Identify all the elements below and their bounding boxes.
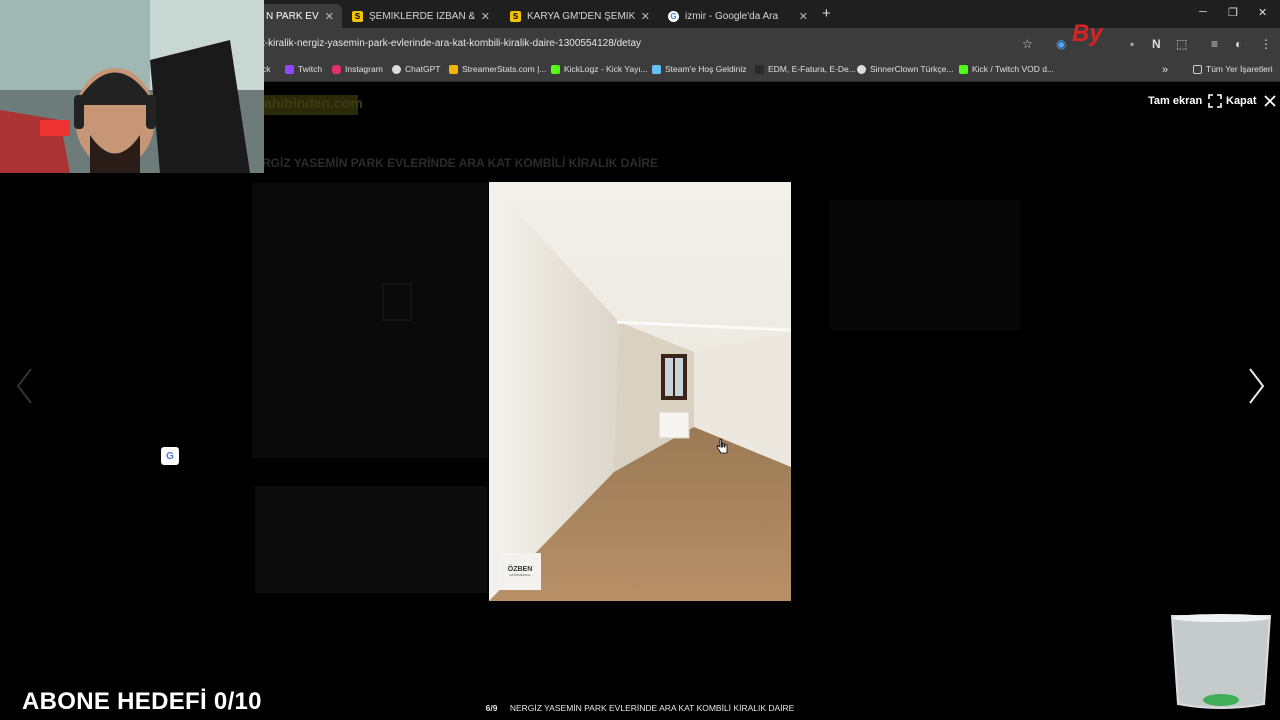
room-photo-drawing: [489, 182, 791, 601]
site-favicon-icon: S: [510, 10, 521, 22]
bookmark-steam[interactable]: Steam'e Hoş Geldiniz: [652, 64, 746, 74]
site-favicon-icon: S: [352, 10, 363, 22]
fullscreen-label: Tam ekran: [1148, 95, 1203, 107]
all-bookmarks-folder[interactable]: Tüm Yer İşaretleri: [1193, 64, 1273, 74]
tab-title: KARYA GM'DEN ŞEMİKLER'DE: [527, 10, 635, 22]
minimize-button[interactable]: ─: [1199, 6, 1207, 18]
restore-button[interactable]: ❐: [1228, 6, 1238, 19]
bookmarks-overflow-button[interactable]: »: [1162, 64, 1168, 76]
bookmark-label: KickLogz - Kick Yayı...: [564, 64, 648, 74]
tab-google-search[interactable]: G izmir - Google'da Ara ✕: [660, 4, 816, 28]
bookmark-streamerstats[interactable]: StreamerStats.com |...: [449, 64, 546, 74]
tab-title: izmir - Google'da Ara: [685, 10, 779, 22]
seller-card: [830, 200, 1020, 330]
next-photo-arrow-icon[interactable]: [1247, 366, 1267, 406]
kick-icon: [959, 64, 968, 74]
bookmark-label: Kick / Twitch VOD d...: [972, 64, 1055, 74]
stats-chart-icon: [449, 64, 458, 74]
chatgpt-icon: [392, 64, 401, 74]
gallery-window-shape: [382, 283, 412, 321]
listing-photo: [489, 182, 791, 601]
bookmark-twitch[interactable]: Twitch: [285, 64, 322, 74]
url-field[interactable]: t-kiralik-nergiz-yasemin-park-evlerinde-…: [262, 38, 641, 49]
bookmark-edm[interactable]: EDM, E-Fatura, E-De...: [755, 64, 856, 74]
bookmark-kick-vod[interactable]: Kick / Twitch VOD d...: [959, 64, 1054, 74]
bookmark-chatgpt[interactable]: ChatGPT: [392, 64, 440, 74]
extension-n-icon[interactable]: N: [1152, 37, 1161, 51]
tab-listing[interactable]: N PARK EVLERİ ✕: [258, 4, 342, 28]
kicklogz-icon: [551, 64, 560, 74]
tab-close-icon[interactable]: ✕: [481, 10, 490, 23]
bookmark-label: EDM, E-Fatura, E-De...: [768, 64, 856, 74]
bookmark-label: Instagram: [345, 64, 383, 74]
steam-icon: [652, 64, 661, 74]
extension-p-icon[interactable]: ▪: [1130, 37, 1134, 51]
window-close-button[interactable]: ✕: [1258, 6, 1267, 19]
listing-title: RGİZ YASEMİN PARK EVLERİNDE ARA KAT KOMB…: [262, 156, 659, 170]
previous-photo-arrow-icon[interactable]: [14, 366, 34, 406]
caption-text: NERGİZ YASEMİN PARK EVLERİNDE ARA KAT KO…: [509, 703, 795, 713]
new-tab-button[interactable]: +: [822, 5, 831, 22]
agency-watermark-logo: ÖZBEN GAYRİMENKUL: [499, 553, 541, 590]
subscriber-goal: ABONE HEDEFİ 0/10: [22, 688, 262, 715]
thumbnail-strip: [255, 486, 487, 593]
twitch-icon: [285, 64, 294, 74]
edm-icon: [755, 64, 764, 74]
bookmark-label: SinnerClown Türkçe...: [870, 64, 954, 74]
lightbox-close-button[interactable]: Kapat: [1226, 94, 1277, 108]
site-logo: ahibinden.com: [262, 95, 363, 115]
bookmark-instagram[interactable]: Instagram: [332, 64, 383, 74]
fullscreen-button[interactable]: Tam ekran: [1148, 94, 1223, 108]
instagram-icon: [332, 64, 341, 74]
bookmark-label: Tüm Yer İşaretleri: [1206, 64, 1273, 74]
tab-close-icon[interactable]: ✕: [325, 10, 334, 23]
bookmark-kicklogz[interactable]: KickLogz - Kick Yayı...: [551, 64, 648, 74]
google-favicon-icon: G: [668, 10, 679, 22]
hand-cursor-icon: [716, 438, 728, 454]
webcam-feed-drawing: [0, 0, 264, 173]
main-gallery-image: [252, 183, 488, 458]
bookmark-label: Twitch: [298, 64, 323, 74]
extensions-puzzle-icon[interactable]: ⬚: [1176, 37, 1187, 51]
tab-title: ŞEMİKLERDE İZBAN & ANADOL: [369, 10, 475, 22]
extension-audio-icon[interactable]: ◉: [1056, 37, 1066, 51]
close-icon: [1263, 95, 1276, 107]
bookmark-label: ChatGPT: [405, 64, 441, 74]
tab-close-icon[interactable]: ✕: [641, 10, 650, 23]
tip-cup-icon: [1170, 614, 1272, 709]
agency-logo-text: ÖZBEN: [507, 566, 533, 573]
webcam-overlay: [0, 0, 264, 173]
tab-title: N PARK EVLERİ: [266, 10, 319, 22]
fullscreen-icon: [1208, 94, 1223, 108]
profile-avatar-icon[interactable]: ◐: [1235, 37, 1242, 51]
browser-menu-icon[interactable]: ⋮: [1260, 37, 1272, 51]
photo-counter: 6/9: [485, 703, 498, 713]
bookmark-star-icon[interactable]: ☆: [1022, 37, 1033, 51]
bookmark-sinnerclown[interactable]: SinnerClown Türkçe...: [857, 64, 953, 74]
bookmark-label: Steam'e Hoş Geldiniz: [665, 64, 747, 74]
bookmark-label: StreamerStats.com |...: [462, 64, 547, 74]
tab-karya-gm[interactable]: S KARYA GM'DEN ŞEMİKLER'DE ✕: [502, 4, 658, 28]
tab-close-icon[interactable]: ✕: [799, 10, 808, 23]
translate-icon[interactable]: G: [161, 447, 179, 465]
media-controls-icon[interactable]: ≡: [1211, 37, 1218, 51]
close-label: Kapat: [1226, 95, 1257, 107]
folder-icon: [1193, 64, 1202, 74]
globe-icon: [857, 64, 866, 74]
tab-semiklerde-izban[interactable]: S ŞEMİKLERDE İZBAN & ANADOL ✕: [344, 4, 498, 28]
brand-logo: By: [1072, 20, 1103, 47]
agency-logo-subtext: GAYRİMENKUL: [509, 573, 531, 577]
